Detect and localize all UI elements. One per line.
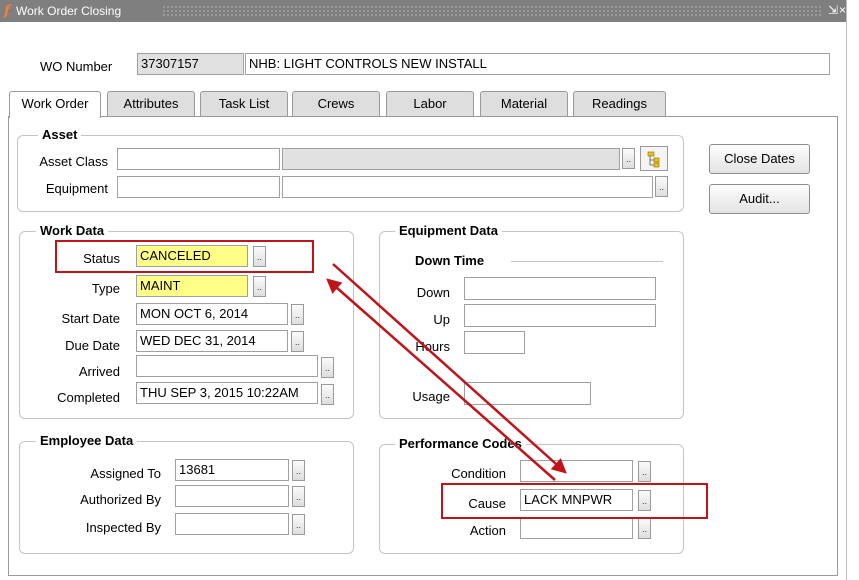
equipment-lov-button[interactable]: .. — [655, 176, 668, 197]
completed-label: Completed — [57, 390, 120, 405]
tab-attributes[interactable]: Attributes — [107, 91, 195, 117]
asset-class-description-field[interactable] — [282, 148, 620, 170]
completed-field[interactable]: THU SEP 3, 2015 10:22AM — [136, 382, 318, 404]
tab-work-order[interactable]: Work Order — [9, 91, 101, 118]
condition-field[interactable] — [520, 460, 633, 482]
arrived-label: Arrived — [78, 364, 120, 379]
window-title: Work Order Closing — [16, 4, 122, 18]
down-label: Down — [416, 285, 450, 300]
title-bar: f Work Order Closing ⇲ × — [0, 0, 846, 22]
down-field[interactable] — [464, 277, 656, 300]
asset-class-lov-button[interactable]: .. — [622, 148, 635, 169]
up-label: Up — [433, 312, 450, 327]
tab-crews[interactable]: Crews — [292, 91, 380, 117]
action-lov-button[interactable]: .. — [638, 518, 651, 539]
performance-codes-title: Performance Codes — [395, 436, 526, 452]
assigned-to-field[interactable]: 13681 — [175, 459, 289, 481]
usage-field[interactable] — [464, 382, 591, 405]
app-logo-icon: f — [4, 3, 11, 19]
start-date-label: Start Date — [61, 311, 120, 326]
employee-data-title: Employee Data — [36, 433, 138, 449]
hours-label: Hours — [415, 339, 450, 354]
type-label: Type — [91, 281, 120, 296]
down-time-title: Down Time — [411, 253, 489, 269]
completed-lov-button[interactable]: .. — [321, 384, 334, 405]
up-field[interactable] — [464, 304, 656, 327]
inspected-by-field[interactable] — [175, 513, 289, 535]
start-date-field[interactable]: MON OCT 6, 2014 — [136, 303, 288, 325]
arrived-field[interactable] — [136, 355, 318, 377]
tab-task-list[interactable]: Task List — [200, 91, 288, 117]
cause-highlight-box — [441, 483, 708, 519]
equipment-label: Equipment — [45, 181, 108, 196]
tab-readings[interactable]: Readings — [573, 91, 666, 117]
wo-number-label: WO Number — [40, 59, 113, 74]
asset-group-title: Asset — [38, 127, 82, 143]
tab-labor[interactable]: Labor — [386, 91, 474, 117]
asset-group — [17, 135, 684, 212]
start-date-lov-button[interactable]: .. — [291, 304, 304, 325]
authorized-by-field[interactable] — [175, 485, 289, 507]
work-order-closing-window: f Work Order Closing ⇲ × WO Number 37307… — [0, 0, 847, 580]
assigned-to-lov-button[interactable]: .. — [292, 460, 305, 481]
due-date-lov-button[interactable]: .. — [291, 331, 304, 352]
equipment-data-title: Equipment Data — [395, 223, 502, 239]
restore-icon[interactable]: ⇲ — [828, 3, 838, 17]
hierarchy-icon[interactable] — [640, 146, 668, 171]
wo-description-field[interactable]: NHB: LIGHT CONTROLS NEW INSTALL — [245, 53, 830, 75]
authorized-by-lov-button[interactable]: .. — [292, 486, 305, 507]
equipment-field[interactable] — [117, 176, 280, 198]
inspected-by-lov-button[interactable]: .. — [292, 514, 305, 535]
asset-class-field[interactable] — [117, 148, 280, 170]
audit-button[interactable]: Audit... — [709, 184, 810, 214]
down-time-divider — [511, 261, 663, 262]
arrived-lov-button[interactable]: .. — [321, 357, 334, 378]
assigned-to-label: Assigned To — [90, 466, 161, 481]
title-bar-grip — [162, 5, 822, 16]
inspected-by-label: Inspected By — [85, 520, 161, 535]
wo-number-field[interactable]: 37307157 — [137, 53, 244, 75]
hours-field[interactable] — [464, 331, 525, 354]
asset-class-label: Asset Class — [39, 154, 108, 169]
equipment-description-field[interactable] — [282, 176, 653, 198]
type-field[interactable]: MAINT — [136, 275, 248, 297]
usage-label: Usage — [412, 389, 450, 404]
work-data-title: Work Data — [36, 223, 109, 239]
action-field[interactable] — [520, 517, 633, 539]
tab-material[interactable]: Material — [480, 91, 568, 117]
condition-label: Condition — [451, 466, 506, 481]
status-highlight-box — [55, 240, 314, 273]
action-label: Action — [469, 523, 506, 538]
condition-lov-button[interactable]: .. — [638, 461, 651, 482]
close-icon[interactable]: × — [839, 3, 846, 17]
authorized-by-label: Authorized By — [80, 492, 161, 507]
type-lov-button[interactable]: .. — [253, 276, 266, 297]
due-date-label: Due Date — [65, 338, 120, 353]
due-date-field[interactable]: WED DEC 31, 2014 — [136, 330, 288, 352]
close-dates-button[interactable]: Close Dates — [709, 144, 810, 174]
